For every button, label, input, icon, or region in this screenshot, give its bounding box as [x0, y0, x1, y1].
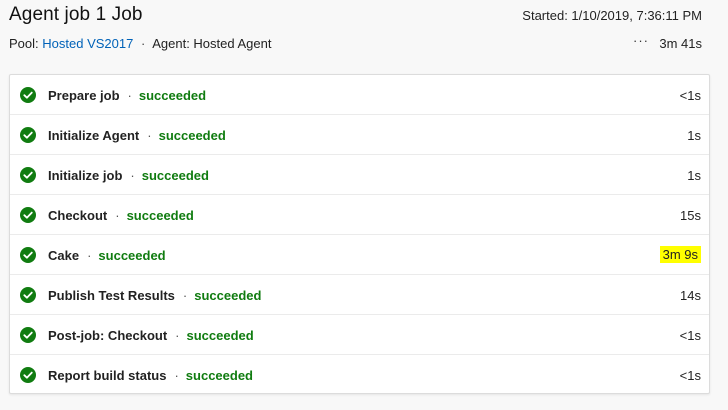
step-label: Report build status · succeeded: [48, 368, 253, 383]
step-duration: 15s: [680, 208, 701, 223]
separator-dot: ·: [130, 168, 135, 183]
job-header: Agent job 1 Job Started: 1/10/2019, 7:36…: [0, 0, 728, 72]
separator-dot: ·: [127, 88, 132, 103]
step-row[interactable]: Report build status · succeeded <1s: [10, 355, 709, 395]
step-duration: <1s: [679, 328, 701, 343]
step-row[interactable]: Initialize Agent · succeeded 1s: [10, 115, 709, 155]
step-label: Prepare job · succeeded: [48, 88, 206, 103]
step-name: Post-job: Checkout: [48, 328, 168, 343]
step-status: succeeded: [98, 248, 166, 263]
step-status: succeeded: [138, 88, 207, 103]
step-status: succeeded: [185, 368, 253, 383]
pool-link[interactable]: Hosted VS2017: [42, 36, 133, 51]
step-label: Publish Test Results · succeeded: [48, 288, 261, 303]
separator-dot: ·: [175, 328, 180, 343]
step-name: Initialize Agent: [48, 128, 140, 143]
step-status: succeeded: [186, 328, 254, 343]
step-duration: <1s: [679, 88, 701, 103]
step-label: Cake · succeeded: [48, 248, 166, 263]
step-status: succeeded: [158, 128, 226, 143]
separator-dot: ·: [140, 36, 146, 51]
step-status: succeeded: [126, 208, 194, 223]
check-circle-icon: [20, 327, 36, 343]
check-circle-icon: [20, 167, 36, 183]
separator-dot: ·: [182, 288, 188, 303]
step-duration: 1s: [687, 128, 701, 143]
step-status: succeeded: [141, 168, 209, 183]
step-label: Checkout · succeeded: [48, 208, 194, 223]
check-circle-icon: [20, 127, 36, 143]
separator-dot: ·: [174, 368, 179, 383]
step-row[interactable]: Publish Test Results · succeeded 14s: [10, 275, 709, 315]
step-row[interactable]: Initialize job · succeeded 1s: [10, 155, 709, 195]
step-name: Report build status: [48, 368, 167, 383]
step-row[interactable]: Prepare job · succeeded <1s: [10, 75, 709, 115]
separator-dot: ·: [147, 128, 152, 143]
step-status: succeeded: [194, 288, 262, 303]
started-timestamp: Started: 1/10/2019, 7:36:11 PM: [522, 8, 702, 23]
more-icon[interactable]: ···: [633, 33, 649, 48]
check-circle-icon: [20, 87, 36, 103]
agent-label: Agent: Hosted Agent: [152, 36, 272, 51]
check-circle-icon: [20, 287, 36, 303]
step-duration: 14s: [680, 288, 701, 303]
step-row[interactable]: Cake · succeeded 3m 9s: [10, 235, 709, 275]
step-duration: 1s: [687, 168, 701, 183]
step-name: Initialize job: [48, 168, 123, 183]
step-name: Checkout: [48, 208, 108, 223]
step-name: Cake: [48, 248, 80, 263]
step-duration: <1s: [679, 368, 701, 383]
check-circle-icon: [20, 367, 36, 383]
step-name: Publish Test Results: [48, 288, 175, 303]
page-title: Agent job 1 Job: [9, 4, 143, 25]
separator-dot: ·: [115, 208, 120, 223]
separator-dot: ·: [87, 248, 92, 263]
step-row[interactable]: Checkout · succeeded 15s: [10, 195, 709, 235]
step-name: Prepare job: [48, 88, 120, 103]
check-circle-icon: [20, 207, 36, 223]
check-circle-icon: [20, 247, 36, 263]
steps-list: Prepare job · succeeded <1s Initialize Age…: [9, 74, 710, 394]
step-row[interactable]: Post-job: Checkout · succeeded <1s: [10, 315, 709, 355]
pool-label: Pool:: [9, 36, 39, 51]
step-label: Initialize Agent · succeeded: [48, 128, 226, 143]
total-duration: 3m 41s: [659, 36, 702, 51]
step-duration: 3m 9s: [659, 246, 701, 263]
step-label: Post-job: Checkout · succeeded: [48, 328, 254, 343]
pool-agent-line: Pool: Hosted VS2017 · Agent: Hosted Agen…: [9, 36, 271, 51]
step-label: Initialize job · succeeded: [48, 168, 209, 183]
